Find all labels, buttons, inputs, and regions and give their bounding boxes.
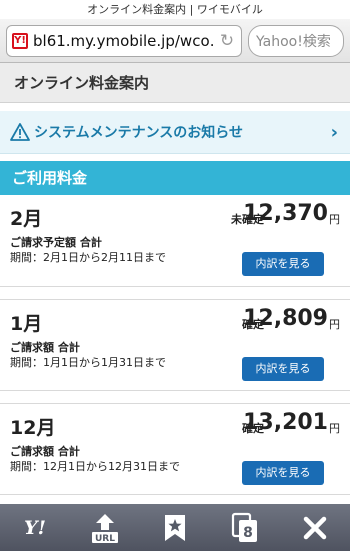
view-details-button[interactable]: 内訳を見る [242, 357, 324, 381]
bill-month: 1月 [10, 313, 43, 335]
url-field[interactable]: Y! bl61.my.ymobile.jp/wco… ↻ [6, 24, 242, 57]
bill-label: ご請求予定額 合計 [10, 236, 102, 249]
tabs-icon: 8 [231, 512, 257, 542]
window-title: オンライン料金案内 | ワイモバイル [0, 0, 350, 19]
bill-card: 12月 確定 13,201 円 ご請求額 合計 期間：12月1日から12月31日… [0, 403, 350, 495]
tabs-count: 8 [243, 525, 253, 541]
url-text: bl61.my.ymobile.jp/wco… [33, 31, 213, 50]
url-label: URL [95, 534, 115, 544]
bill-unit: 円 [329, 213, 340, 226]
bill-period: 期間：2月1日から2月11日まで [10, 251, 166, 264]
yahoo-home-button[interactable]: Y! [13, 508, 57, 548]
tabs-button[interactable]: 8 [223, 508, 267, 548]
url-button[interactable]: URL [83, 508, 127, 548]
section-title: ご利用料金 [0, 161, 350, 195]
page-title: オンライン料金案内 [0, 63, 350, 103]
chevron-right-icon: › [330, 121, 338, 143]
bookmark-button[interactable] [153, 508, 197, 548]
bill-amount: 13,201 [243, 410, 328, 435]
bill-list: 2月 未確定 12,370 円 ご請求予定額 合計 期間：2月1日から2月11日… [0, 195, 350, 495]
close-button[interactable] [293, 508, 337, 548]
bill-label: ご請求額 合計 [10, 341, 80, 354]
close-icon [303, 516, 327, 539]
bookmark-icon [165, 514, 185, 541]
view-details-button[interactable]: 内訳を見る [242, 252, 324, 276]
bill-unit: 円 [329, 318, 340, 331]
bill-card: 2月 未確定 12,370 円 ご請求予定額 合計 期間：2月1日から2月11日… [0, 195, 350, 287]
view-details-button[interactable]: 内訳を見る [242, 461, 324, 485]
bill-month: 12月 [10, 417, 56, 439]
browser-toolbar: Y! URL 8 [0, 504, 350, 551]
bill-month: 2月 [10, 208, 43, 230]
yahoo-search-input[interactable]: Yahoo!検索 [248, 24, 344, 57]
reload-icon[interactable]: ↻ [218, 31, 236, 51]
maintenance-notice-link[interactable]: システムメンテナンスのお知らせ › [0, 111, 350, 154]
bill-period: 期間：1月1日から1月31日まで [10, 356, 166, 369]
bill-unit: 円 [329, 422, 340, 435]
notice-label: システムメンテナンスのお知らせ [34, 125, 244, 141]
url-icon: URL [92, 513, 118, 544]
bill-amount: 12,809 [243, 306, 328, 331]
yahoo-icon: Y! [24, 516, 46, 539]
warning-icon [10, 123, 30, 141]
bill-label: ご請求額 合計 [10, 445, 80, 458]
bill-amount: 12,370 [243, 201, 328, 226]
site-favicon-icon: Y! [12, 32, 28, 49]
bill-card: 1月 確定 12,809 円 ご請求額 合計 期間：1月1日から1月31日まで … [0, 299, 350, 391]
bill-period: 期間：12月1日から12月31日まで [10, 460, 180, 473]
address-bar: Y! bl61.my.ymobile.jp/wco… ↻ Yahoo!検索 [0, 19, 350, 63]
